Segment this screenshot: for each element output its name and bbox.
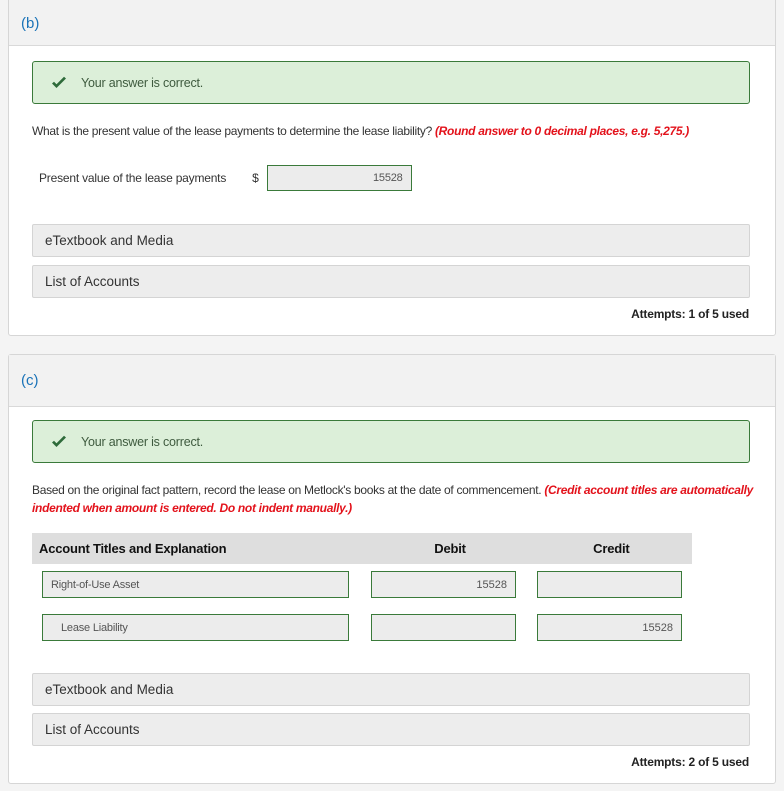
debit-input[interactable]: 15528 xyxy=(371,571,516,598)
part-b-feedback: Your answer is correct. xyxy=(32,61,750,104)
attempts-counter: Attempts: 2 of 5 used xyxy=(631,755,749,769)
journal-row: Right-of-Use Asset 15528 xyxy=(42,571,682,598)
credit-input[interactable] xyxy=(537,571,682,598)
question-text: What is the present value of the lease p… xyxy=(32,124,432,138)
header-account-titles: Account Titles and Explanation xyxy=(39,541,227,556)
etextbook-media-button[interactable]: eTextbook and Media xyxy=(32,673,750,706)
list-of-accounts-button[interactable]: List of Accounts xyxy=(32,265,750,298)
header-debit: Debit xyxy=(434,541,466,556)
feedback-text: Your answer is correct. xyxy=(81,434,204,449)
part-b-question: What is the present value of the lease p… xyxy=(32,122,762,140)
journal-header: Account Titles and Explanation Debit Cre… xyxy=(32,533,692,564)
part-b-header: (b) xyxy=(9,0,775,46)
part-c-question: Based on the original fact pattern, reco… xyxy=(32,481,762,517)
part-b-label: (b) xyxy=(21,14,40,32)
attempts-counter: Attempts: 1 of 5 used xyxy=(631,307,749,321)
part-b-panel: (b) Your answer is correct. What is the … xyxy=(8,0,776,336)
present-value-input[interactable]: 15528 xyxy=(266,165,412,191)
question-text: Based on the original fact pattern, reco… xyxy=(32,483,542,497)
part-c-header: (c) xyxy=(9,355,775,407)
check-icon xyxy=(51,76,67,90)
account-title-input[interactable]: Right-of-Use Asset xyxy=(42,571,349,598)
present-value-label: Present value of the lease payments xyxy=(39,171,227,185)
debit-input[interactable] xyxy=(371,614,516,641)
part-c-feedback: Your answer is correct. xyxy=(32,420,750,463)
header-credit: Credit xyxy=(593,541,630,556)
question-hint: (Round answer to 0 decimal places, e.g. … xyxy=(434,124,689,138)
present-value-row: Present value of the lease payments $ 15… xyxy=(39,165,412,191)
part-c-panel: (c) Your answer is correct. Based on the… xyxy=(8,354,776,784)
feedback-text: Your answer is correct. xyxy=(81,75,204,90)
journal-row: Lease Liability 15528 xyxy=(42,614,682,641)
check-icon xyxy=(51,435,67,449)
credit-input[interactable]: 15528 xyxy=(537,614,682,641)
part-c-label: (c) xyxy=(21,372,39,389)
currency-symbol: $ xyxy=(252,171,259,185)
etextbook-media-button[interactable]: eTextbook and Media xyxy=(32,224,750,257)
list-of-accounts-button[interactable]: List of Accounts xyxy=(32,713,750,746)
account-title-input[interactable]: Lease Liability xyxy=(42,614,349,641)
